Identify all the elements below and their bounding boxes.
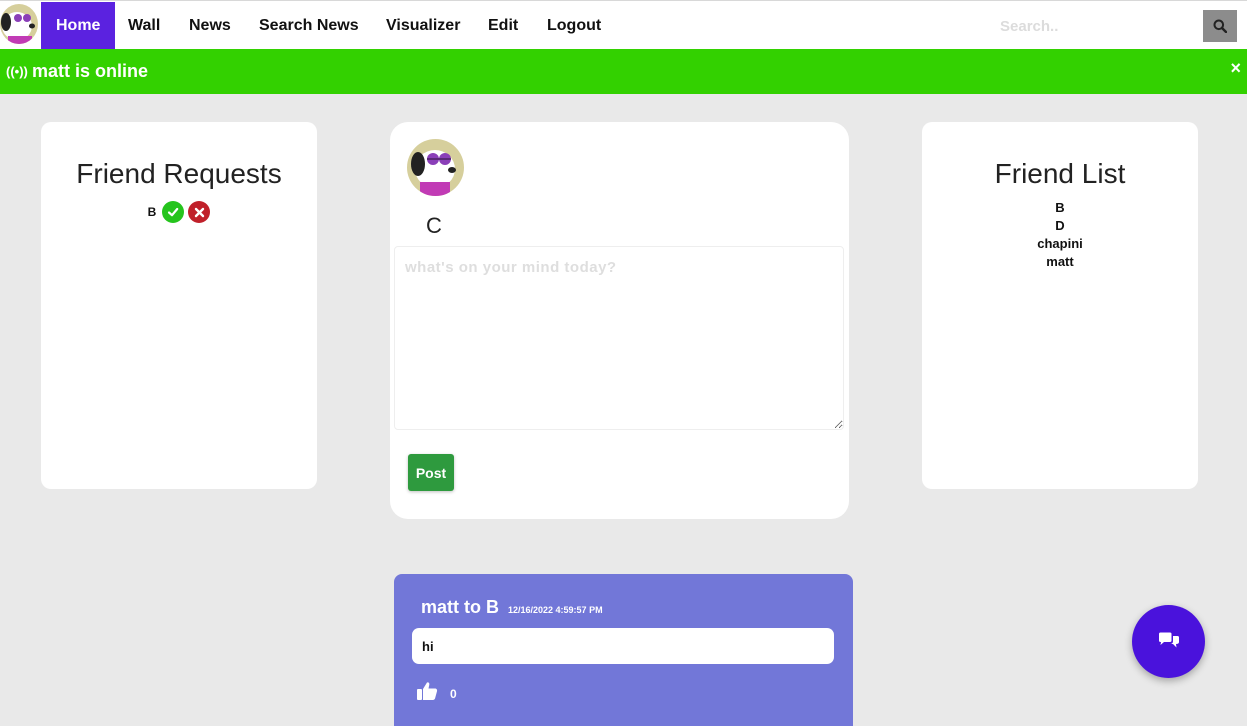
post-composer-card: C Post [390,122,849,519]
feed-post-header: matt to B 12/16/2022 4:59:57 PM [421,597,603,618]
thumbs-up-icon [417,682,438,700]
friend-request-row: B [41,201,317,223]
top-navbar: Home Wall News Search News Visualizer Ed… [0,0,1247,50]
avatar[interactable] [0,4,38,44]
nav-edit[interactable]: Edit [473,2,533,50]
friend-item[interactable]: matt [922,253,1198,271]
nav-news[interactable]: News [174,2,246,50]
accept-request-button[interactable] [162,201,185,223]
nav-search-news[interactable]: Search News [244,2,374,50]
friend-request-name: B [147,205,157,219]
search-input[interactable] [980,11,1200,41]
feed-post: matt to B 12/16/2022 4:59:57 PM hi 0 [394,574,853,726]
dog-avatar-icon [0,4,38,44]
check-icon [168,207,179,217]
post-textarea[interactable] [394,246,844,430]
close-icon [194,207,205,217]
friend-list-card: Friend List B D chapini matt [922,122,1198,489]
online-banner: ((•)) matt is online × [0,49,1247,94]
broadcast-icon: ((•)) [6,64,28,79]
chat-button[interactable] [1132,605,1205,678]
feed-post-title: matt to B [421,597,499,617]
chat-icon [1158,632,1179,647]
nav-logout[interactable]: Logout [532,2,616,50]
nav-home[interactable]: Home [41,2,116,50]
feed-post-body: hi [412,628,834,664]
feed-post-timestamp: 12/16/2022 4:59:57 PM [508,605,603,615]
like-button[interactable] [416,681,438,706]
post-button[interactable]: Post [408,454,454,491]
friend-list-title: Friend List [994,158,1126,189]
friend-item[interactable]: D [922,217,1198,235]
friend-item[interactable]: B [922,199,1198,217]
nav-wall[interactable]: Wall [113,2,175,50]
avatar [407,139,464,196]
friend-item[interactable]: chapini [922,235,1198,253]
close-icon[interactable]: × [1230,58,1241,79]
search-icon [1213,19,1227,33]
like-count: 0 [450,687,457,701]
composer-username: C [426,213,442,238]
online-status-text: matt is online [32,61,149,81]
friend-requests-title: Friend Requests [76,158,282,189]
friend-requests-card: Friend Requests B [41,122,317,489]
decline-request-button[interactable] [188,201,211,223]
friend-list: B D chapini matt [922,199,1198,271]
search-button[interactable] [1203,10,1237,42]
nav-visualizer[interactable]: Visualizer [371,2,475,50]
dog-avatar-icon [407,139,464,196]
